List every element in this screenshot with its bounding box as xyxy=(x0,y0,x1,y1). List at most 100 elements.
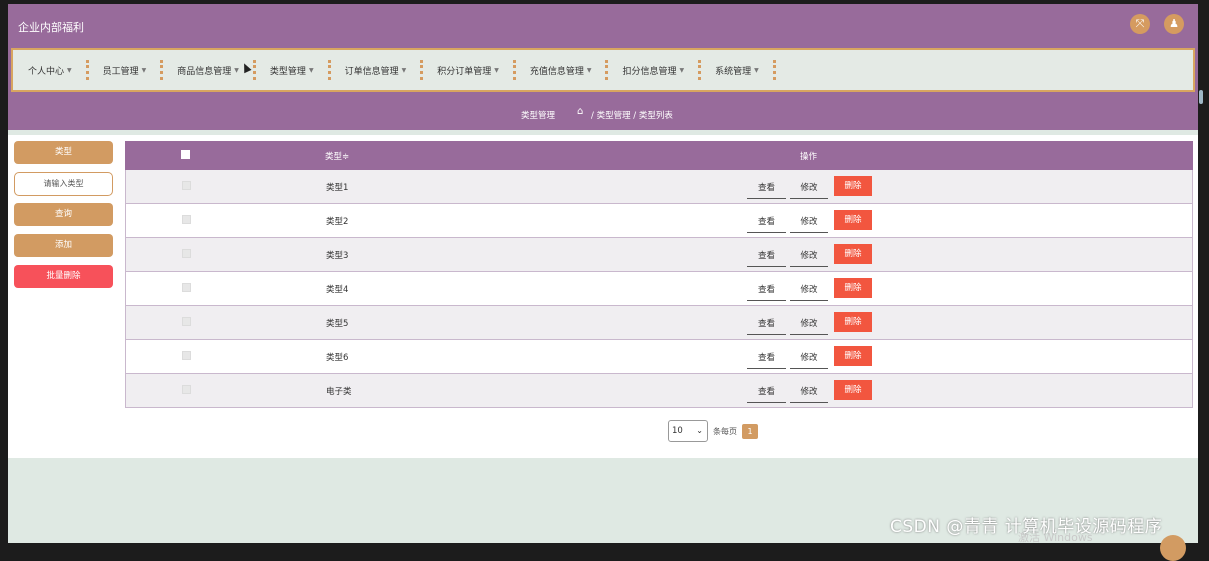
table-row: 类型5 查看 修改 删除 xyxy=(125,306,1193,340)
row-checkbox[interactable] xyxy=(182,215,191,224)
view-button[interactable]: 查看 xyxy=(747,315,786,335)
main-content: 类型 请输入类型 查询 添加 批量删除 类型≑ 操作 类型1 查看 修改 删除 … xyxy=(8,135,1198,458)
ops-column-header: 操作 xyxy=(800,152,818,162)
nav-separator xyxy=(252,60,256,80)
query-button[interactable]: 查询 xyxy=(14,203,113,226)
page-button-current[interactable]: 1 xyxy=(742,423,758,439)
nav-separator xyxy=(698,60,702,80)
table-row: 电子类 查看 修改 删除 xyxy=(125,374,1193,408)
view-button[interactable]: 查看 xyxy=(747,179,786,199)
home-icon[interactable]: ⌂ xyxy=(577,106,583,117)
page-size-value: 10 xyxy=(672,426,683,436)
nav-item-system-management[interactable]: 系统管理 ▼ xyxy=(715,50,759,90)
nav-item-label: 订单信息管理 xyxy=(344,66,399,77)
chevron-down-icon: ▼ xyxy=(308,66,314,74)
chevron-down-icon: ▼ xyxy=(67,66,72,74)
nav-item-label: 个人中心 xyxy=(28,66,65,77)
delete-button[interactable]: 删除 xyxy=(834,380,872,400)
type-cell: 类型3 xyxy=(326,251,349,261)
row-checkbox[interactable] xyxy=(182,249,191,258)
nav-item-label: 积分订单管理 xyxy=(437,66,492,77)
nav-item-deduction-management[interactable]: 扣分信息管理 ▼ xyxy=(622,50,684,90)
table-row: 类型3 查看 修改 删除 xyxy=(125,238,1193,272)
chevron-down-icon: ▼ xyxy=(234,66,239,74)
breadcrumb-path: / 类型管理 / 类型列表 xyxy=(591,111,673,121)
edit-button[interactable]: 修改 xyxy=(790,213,828,233)
row-checkbox[interactable] xyxy=(182,351,191,360)
row-checkbox[interactable] xyxy=(182,317,191,326)
scrollbar[interactable] xyxy=(1199,90,1203,104)
nav-item-product-management[interactable]: 商品信息管理 ▼ xyxy=(177,50,239,90)
floating-action-button[interactable] xyxy=(1160,535,1186,561)
delete-button[interactable]: 删除 xyxy=(834,176,872,196)
row-checkbox[interactable] xyxy=(182,181,191,190)
nav-separator xyxy=(772,60,776,80)
edit-button[interactable]: 修改 xyxy=(790,315,828,335)
delete-button[interactable]: 删除 xyxy=(834,210,872,230)
type-column-header[interactable]: 类型≑ xyxy=(325,150,349,162)
sort-icon: ≑ xyxy=(342,152,350,162)
type-search-input[interactable]: 请输入类型 xyxy=(14,172,113,196)
chevron-down-icon: ▼ xyxy=(401,66,407,74)
pagination: 10 ⌄ 条每页 1 xyxy=(668,420,758,442)
nav-item-personal-center[interactable]: 个人中心 ▼ xyxy=(28,50,72,90)
per-page-label: 条每页 xyxy=(713,426,737,436)
table-header: 类型≑ 操作 xyxy=(125,141,1193,170)
edit-button[interactable]: 修改 xyxy=(790,383,828,403)
delete-button[interactable]: 删除 xyxy=(834,244,872,264)
nav-item-label: 系统管理 xyxy=(715,66,752,77)
table-row: 类型2 查看 修改 删除 xyxy=(125,204,1193,238)
delete-button[interactable]: 删除 xyxy=(834,312,872,332)
chevron-down-icon: ▼ xyxy=(494,66,499,74)
nav-item-recharge-management[interactable]: 充值信息管理 ▼ xyxy=(530,50,592,90)
chevron-down-icon: ▼ xyxy=(586,66,592,74)
user-icon[interactable]: ♟ xyxy=(1164,14,1184,34)
edit-button[interactable]: 修改 xyxy=(790,349,828,369)
nav-separator xyxy=(327,60,331,80)
nav-item-order-management[interactable]: 订单信息管理 ▼ xyxy=(345,50,407,90)
delete-button[interactable]: 删除 xyxy=(834,346,872,366)
view-button[interactable]: 查看 xyxy=(747,247,786,267)
edit-button[interactable]: 修改 xyxy=(790,247,828,267)
app-title: 企业内部福利 xyxy=(18,21,84,34)
page-size-select[interactable]: 10 ⌄ xyxy=(668,420,708,442)
view-button[interactable]: 查看 xyxy=(747,383,786,403)
type-cell: 类型1 xyxy=(326,183,349,193)
type-header-label: 类型 xyxy=(325,152,343,162)
type-cell: 类型6 xyxy=(326,353,349,363)
nav-separator xyxy=(420,60,424,80)
nav-separator xyxy=(160,60,164,80)
nav-item-label: 商品信息管理 xyxy=(177,66,232,77)
batch-delete-button[interactable]: 批量删除 xyxy=(14,265,113,288)
nav-separator xyxy=(85,60,89,80)
nav-item-points-order-management[interactable]: 积分订单管理 ▼ xyxy=(437,50,499,90)
edit-button[interactable]: 修改 xyxy=(790,281,828,301)
nav-item-type-management[interactable]: 类型管理 ▼ xyxy=(270,50,314,90)
chevron-down-icon: ▼ xyxy=(754,66,759,74)
row-checkbox[interactable] xyxy=(182,385,191,394)
view-button[interactable]: 查看 xyxy=(747,349,786,369)
nav-separator xyxy=(512,60,516,80)
view-button[interactable]: 查看 xyxy=(747,281,786,301)
delete-button[interactable]: 删除 xyxy=(834,278,872,298)
page-title: 类型管理 xyxy=(521,111,556,121)
chevron-down-icon: ▼ xyxy=(141,66,147,74)
nav-item-employee-management[interactable]: 员工管理 ▼ xyxy=(103,50,147,90)
add-button[interactable]: 添加 xyxy=(14,234,113,257)
row-checkbox[interactable] xyxy=(182,283,191,292)
app-frame: 企业内部福利 ⤧ ♟ 个人中心 ▼ 员工管理 ▼ 商品信息管理 ▼ 类型管理 ▼ 订单信… xyxy=(8,4,1198,543)
view-button[interactable]: 查看 xyxy=(747,213,786,233)
breadcrumb: 类型管理 ⌂ / 类型管理 / 类型列表 xyxy=(8,96,1198,130)
nav-item-label: 扣分信息管理 xyxy=(622,66,677,77)
edit-button[interactable]: 修改 xyxy=(790,179,828,199)
top-bar: 企业内部福利 ⤧ ♟ xyxy=(8,4,1198,46)
table-row: 类型1 查看 修改 删除 xyxy=(125,170,1193,204)
nav-item-label: 充值信息管理 xyxy=(529,66,584,77)
nav-item-label: 类型管理 xyxy=(269,66,306,77)
type-cell: 类型2 xyxy=(326,217,349,227)
type-cell: 电子类 xyxy=(326,387,352,397)
main-nav: 个人中心 ▼ 员工管理 ▼ 商品信息管理 ▼ 类型管理 ▼ 订单信息管理 ▼ 积分订单管理… xyxy=(11,48,1195,92)
fullscreen-icon[interactable]: ⤧ xyxy=(1130,14,1150,34)
table-row: 类型4 查看 修改 删除 xyxy=(125,272,1193,306)
select-all-checkbox[interactable] xyxy=(181,150,190,159)
